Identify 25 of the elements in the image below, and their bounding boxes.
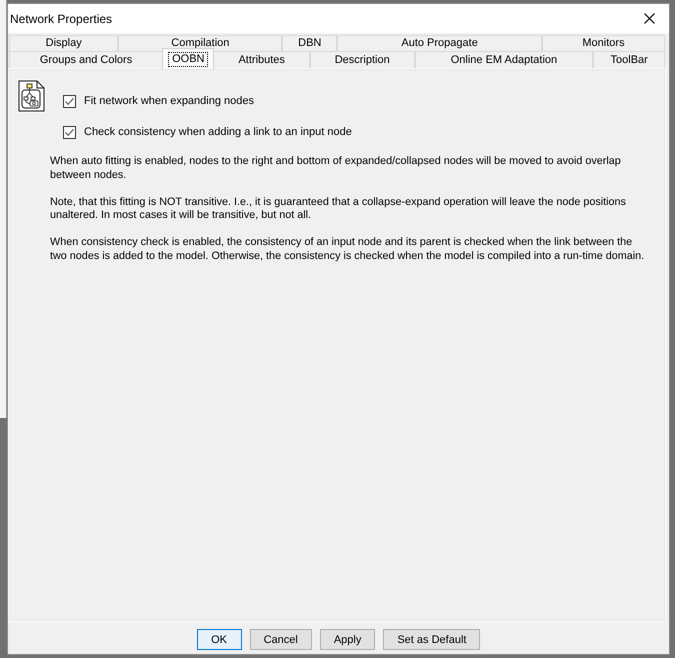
close-icon — [644, 13, 654, 24]
tab[interactable]: Auto Propagate — [337, 35, 542, 51]
tab[interactable]: Description — [310, 51, 415, 68]
checkbox-label[interactable]: Fit network when expanding nodes — [84, 95, 254, 107]
tab[interactable]: Attributes — [213, 51, 310, 68]
tab[interactable]: Groups and Colors — [9, 51, 164, 68]
dialog-button[interactable]: OK — [196, 629, 242, 650]
window-title: Network Properties — [9, 12, 112, 26]
description-text: When consistency check is enabled, the consistency of an input node and its parent is checked when the link between the two nodes is added to the model. Otherwise, the consistency is checked when the model is compiled into a run-time domain. — [50, 236, 646, 263]
tab[interactable]: Monitors — [542, 35, 665, 51]
checkbox[interactable] — [63, 126, 76, 138]
dialog-button[interactable]: Apply — [320, 629, 376, 650]
tab[interactable]: Compilation — [118, 35, 282, 51]
dialog-button[interactable]: Cancel — [250, 629, 312, 650]
checkbox-label[interactable]: Check consistency when adding a link to an input node — [84, 126, 352, 138]
checkbox[interactable] — [63, 94, 76, 108]
tab[interactable]: Display — [9, 35, 118, 51]
description-text: When auto fitting is enabled, nodes to the right and bottom of expanded/collapsed nodes will be moved to avoid overlap between nodes. — [50, 155, 622, 182]
document-icon — [18, 80, 45, 112]
description-text: Note, that this fitting is NOT transitive. I.e., it is guaranteed that a collapse-expand operation will leave the node positions unaltered. In most cases it will be transitive, but not all. — [50, 196, 627, 222]
tab[interactable]: ToolBar — [593, 51, 665, 68]
dialog-button[interactable]: Set as Default — [383, 629, 480, 650]
tab[interactable]: Online EM Adaptation — [414, 51, 594, 68]
tab[interactable]: OOBN — [162, 48, 214, 69]
tab[interactable]: DBN — [282, 35, 338, 51]
